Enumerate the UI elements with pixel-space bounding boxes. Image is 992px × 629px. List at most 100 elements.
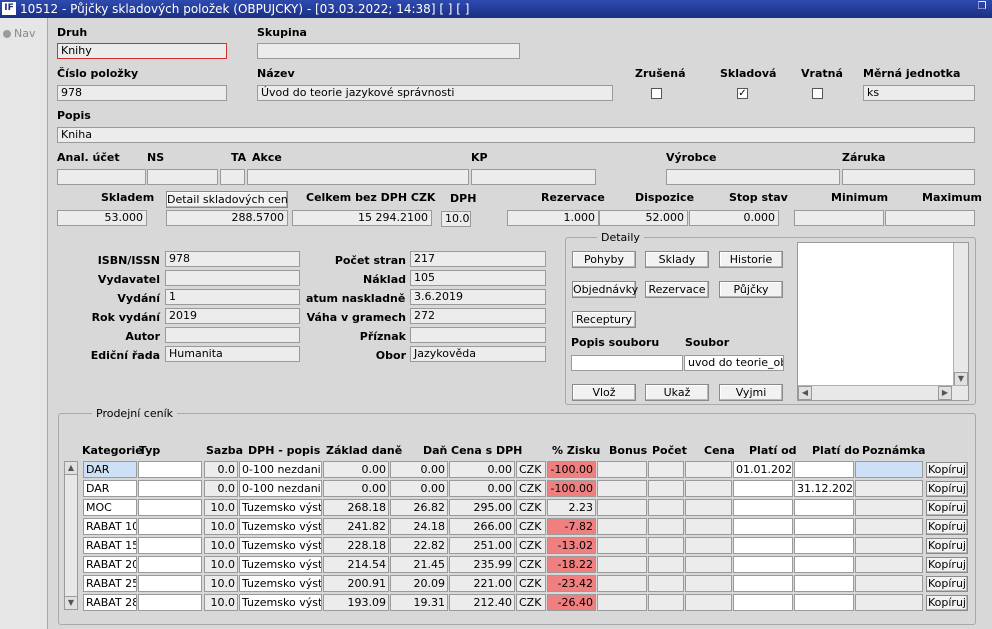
- obor-field[interactable]: Jazykověda: [410, 346, 546, 362]
- merna-jednotka-field[interactable]: ks: [863, 85, 975, 101]
- stop-stav-field[interactable]: 0.000: [689, 210, 779, 226]
- cell-sazba[interactable]: 10.0: [204, 518, 238, 535]
- isbn-field[interactable]: 978: [165, 251, 300, 267]
- rezervace-field[interactable]: 1.000: [507, 210, 599, 226]
- cell-typ[interactable]: [138, 461, 202, 478]
- kopiruj-button[interactable]: Kopíruj: [926, 538, 968, 554]
- cell-kat[interactable]: RABAT 15: [83, 537, 137, 554]
- cell-zisk[interactable]: -13.02: [547, 537, 596, 554]
- table-scroll-up-icon[interactable]: ▲: [64, 461, 78, 475]
- cell-kat[interactable]: MOC: [83, 499, 137, 516]
- cell-do[interactable]: [794, 594, 854, 611]
- autor-field[interactable]: [165, 327, 300, 343]
- cell-pocet[interactable]: [648, 556, 684, 573]
- cell-popis[interactable]: 0-100 nezdanite: [239, 461, 322, 478]
- cell-zaklad[interactable]: 214.54: [323, 556, 389, 573]
- cell-mena[interactable]: CZK: [516, 537, 546, 554]
- kopiruj-button[interactable]: Kopíruj: [926, 462, 968, 478]
- rok-vydani-field[interactable]: 2019: [165, 308, 300, 324]
- cell-od[interactable]: [733, 537, 793, 554]
- cell-popis[interactable]: Tuzemsko výstu: [239, 518, 322, 535]
- cell-dan[interactable]: 20.09: [390, 575, 448, 592]
- cell-mena[interactable]: CZK: [516, 461, 546, 478]
- vratna-checkbox[interactable]: [812, 88, 823, 99]
- cell-bonus[interactable]: [597, 594, 647, 611]
- kopiruj-button[interactable]: Kopíruj: [926, 595, 968, 611]
- popis-souboru-field[interactable]: [571, 355, 683, 371]
- ukaz-button[interactable]: Ukaž: [645, 384, 709, 401]
- druh-field[interactable]: Knihy: [57, 43, 227, 59]
- cell-od[interactable]: [733, 594, 793, 611]
- cell-od[interactable]: [733, 480, 793, 497]
- edicni-rada-field[interactable]: Humanita: [165, 346, 300, 362]
- cell-mena[interactable]: CZK: [516, 575, 546, 592]
- cell-typ[interactable]: [138, 537, 202, 554]
- sklady-button[interactable]: Sklady: [645, 251, 709, 268]
- cell-do[interactable]: [794, 461, 854, 478]
- cell-typ[interactable]: [138, 518, 202, 535]
- cell-bonus[interactable]: [597, 499, 647, 516]
- cell-cenax[interactable]: [685, 461, 732, 478]
- scroll-down-icon[interactable]: ▼: [954, 372, 968, 386]
- cell-do[interactable]: [794, 556, 854, 573]
- zrusena-checkbox[interactable]: [651, 88, 662, 99]
- cell-pozn[interactable]: [855, 575, 923, 592]
- vydavatel-field[interactable]: [165, 270, 300, 286]
- cislo-polozky-field[interactable]: 978: [57, 85, 227, 101]
- cell-do[interactable]: [794, 537, 854, 554]
- cell-pozn[interactable]: [855, 499, 923, 516]
- zaruka-field[interactable]: [842, 169, 975, 185]
- rezervace-button[interactable]: Rezervace: [645, 281, 709, 298]
- cell-zaklad[interactable]: 0.00: [323, 461, 389, 478]
- objednavky-button[interactable]: Objednávky: [572, 281, 638, 298]
- cell-typ[interactable]: [138, 499, 202, 516]
- cell-bonus[interactable]: [597, 480, 647, 497]
- cell-pocet[interactable]: [648, 499, 684, 516]
- cell-mena[interactable]: CZK: [516, 556, 546, 573]
- cell-dan[interactable]: 26.82: [390, 499, 448, 516]
- cell-cenax[interactable]: [685, 556, 732, 573]
- cell-cena[interactable]: 0.00: [449, 461, 515, 478]
- popis-field[interactable]: Kniha: [57, 127, 975, 143]
- cell-popis[interactable]: Tuzemsko výstu: [239, 537, 322, 554]
- cell-zaklad[interactable]: 228.18: [323, 537, 389, 554]
- nav-radio-icon[interactable]: [3, 30, 11, 38]
- cell-do[interactable]: [794, 575, 854, 592]
- cell-do[interactable]: [794, 499, 854, 516]
- historie-button[interactable]: Historie: [719, 251, 783, 268]
- kopiruj-button[interactable]: Kopíruj: [926, 519, 968, 535]
- listbox-vertical-scrollbar[interactable]: ▼: [953, 243, 968, 386]
- skupina-field[interactable]: [257, 43, 520, 59]
- cell-typ[interactable]: [138, 480, 202, 497]
- skladova-checkbox[interactable]: ✓: [737, 88, 748, 99]
- cell-bonus[interactable]: [597, 461, 647, 478]
- cell-pozn[interactable]: [855, 461, 923, 478]
- cell-zaklad[interactable]: 200.91: [323, 575, 389, 592]
- cell-bonus[interactable]: [597, 556, 647, 573]
- cell-cena[interactable]: 221.00: [449, 575, 515, 592]
- cell-mena[interactable]: CZK: [516, 594, 546, 611]
- skladem-field[interactable]: 53.000: [57, 210, 147, 226]
- cell-pocet[interactable]: [648, 518, 684, 535]
- cell-cenax[interactable]: [685, 480, 732, 497]
- cell-cenax[interactable]: [685, 594, 732, 611]
- cell-popis[interactable]: 0-100 nezdanite: [239, 480, 322, 497]
- picture-listbox[interactable]: ▼ ◀ ▶: [797, 242, 969, 401]
- kopiruj-button[interactable]: Kopíruj: [926, 500, 968, 516]
- cell-pocet[interactable]: [648, 575, 684, 592]
- cell-od[interactable]: [733, 499, 793, 516]
- anal-ucet-field[interactable]: [57, 169, 146, 185]
- cell-kat[interactable]: DAR: [83, 461, 137, 478]
- cell-zaklad[interactable]: 241.82: [323, 518, 389, 535]
- cell-pocet[interactable]: [648, 480, 684, 497]
- cell-mena[interactable]: CZK: [516, 518, 546, 535]
- cell-pozn[interactable]: [855, 594, 923, 611]
- cell-cena[interactable]: 251.00: [449, 537, 515, 554]
- cell-sazba[interactable]: 10.0: [204, 556, 238, 573]
- detail-cen-button[interactable]: Detail skladových cen: [166, 191, 288, 208]
- cell-pozn[interactable]: [855, 556, 923, 573]
- cell-zisk[interactable]: -7.82: [547, 518, 596, 535]
- nav-label[interactable]: Nav: [14, 27, 35, 40]
- cell-cena[interactable]: 212.40: [449, 594, 515, 611]
- cell-od[interactable]: [733, 556, 793, 573]
